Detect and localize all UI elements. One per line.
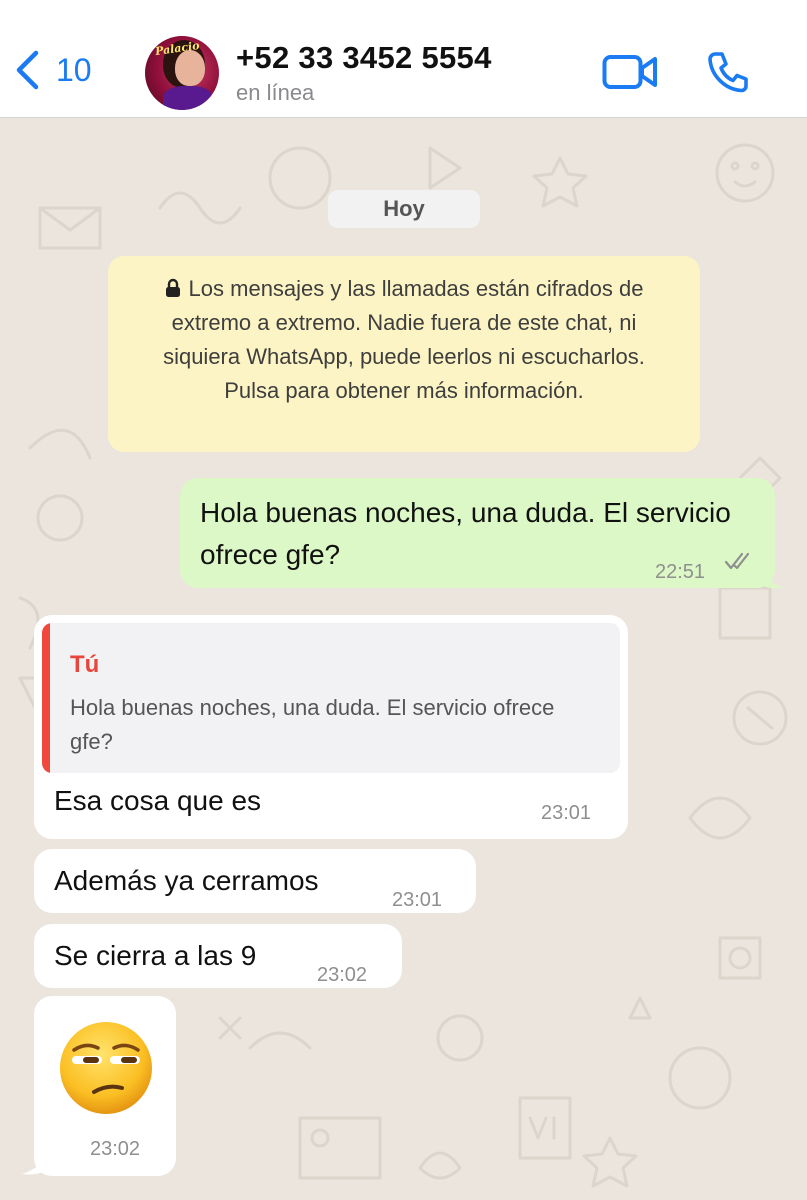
message-text: Se cierra a las 9 [54, 940, 257, 971]
back-button[interactable]: 10 [14, 50, 92, 90]
chat-area[interactable]: Hoy Los mensajes y las llamadas están ci… [0, 118, 807, 1200]
encryption-notice[interactable]: Los mensajes y las llamadas están cifrad… [108, 256, 700, 452]
date-separator: Hoy [328, 190, 480, 228]
message-time: 23:01 [392, 889, 443, 911]
read-receipt-icon [724, 552, 750, 570]
quoted-author: Tú [70, 651, 100, 678]
incoming-message[interactable]: Se cierra a las 9 23:02 [34, 924, 402, 988]
chat-header: 10 Palacio +52 33 3452 5554 en línea [0, 0, 807, 118]
unamused-face-emoji-icon [60, 1022, 152, 1114]
message-text: Además ya cerramos [54, 865, 319, 896]
encryption-notice-text: Los mensajes y las llamadas están cifrad… [163, 276, 645, 403]
lock-icon [165, 278, 180, 297]
incoming-message[interactable]: Además ya cerramos 23:01 [34, 849, 476, 913]
video-camera-icon [602, 55, 657, 89]
chevron-left-icon [16, 50, 39, 90]
avatar[interactable]: Palacio [145, 36, 219, 110]
outgoing-message[interactable]: Hola buenas noches, una duda. El servici… [180, 478, 775, 588]
video-call-button[interactable] [602, 54, 658, 95]
bubble-tail [22, 1152, 46, 1175]
voice-call-button[interactable] [706, 50, 750, 99]
quote-accent-bar [42, 623, 50, 773]
contact-name[interactable]: +52 33 3452 5554 [236, 40, 492, 76]
phone-icon [708, 52, 748, 93]
message-text: Esa cosa que es [54, 785, 262, 816]
incoming-emoji-message[interactable]: 23:02 [34, 996, 176, 1176]
bubble-tail [760, 566, 784, 589]
quoted-message[interactable]: Tú Hola buenas noches, una duda. El serv… [42, 623, 620, 773]
message-time: 23:02 [317, 964, 368, 986]
message-time: 23:02 [90, 1138, 141, 1160]
avatar-face [175, 50, 205, 86]
contact-status: en línea [236, 80, 315, 105]
unread-count: 10 [56, 51, 92, 88]
incoming-message[interactable]: Tú Hola buenas noches, una duda. El serv… [34, 615, 628, 839]
quoted-text: Hola buenas noches, una duda. El servici… [70, 695, 555, 754]
message-time: 22:51 [655, 561, 706, 583]
avatar-body [163, 86, 213, 110]
message-time: 23:01 [541, 802, 592, 824]
